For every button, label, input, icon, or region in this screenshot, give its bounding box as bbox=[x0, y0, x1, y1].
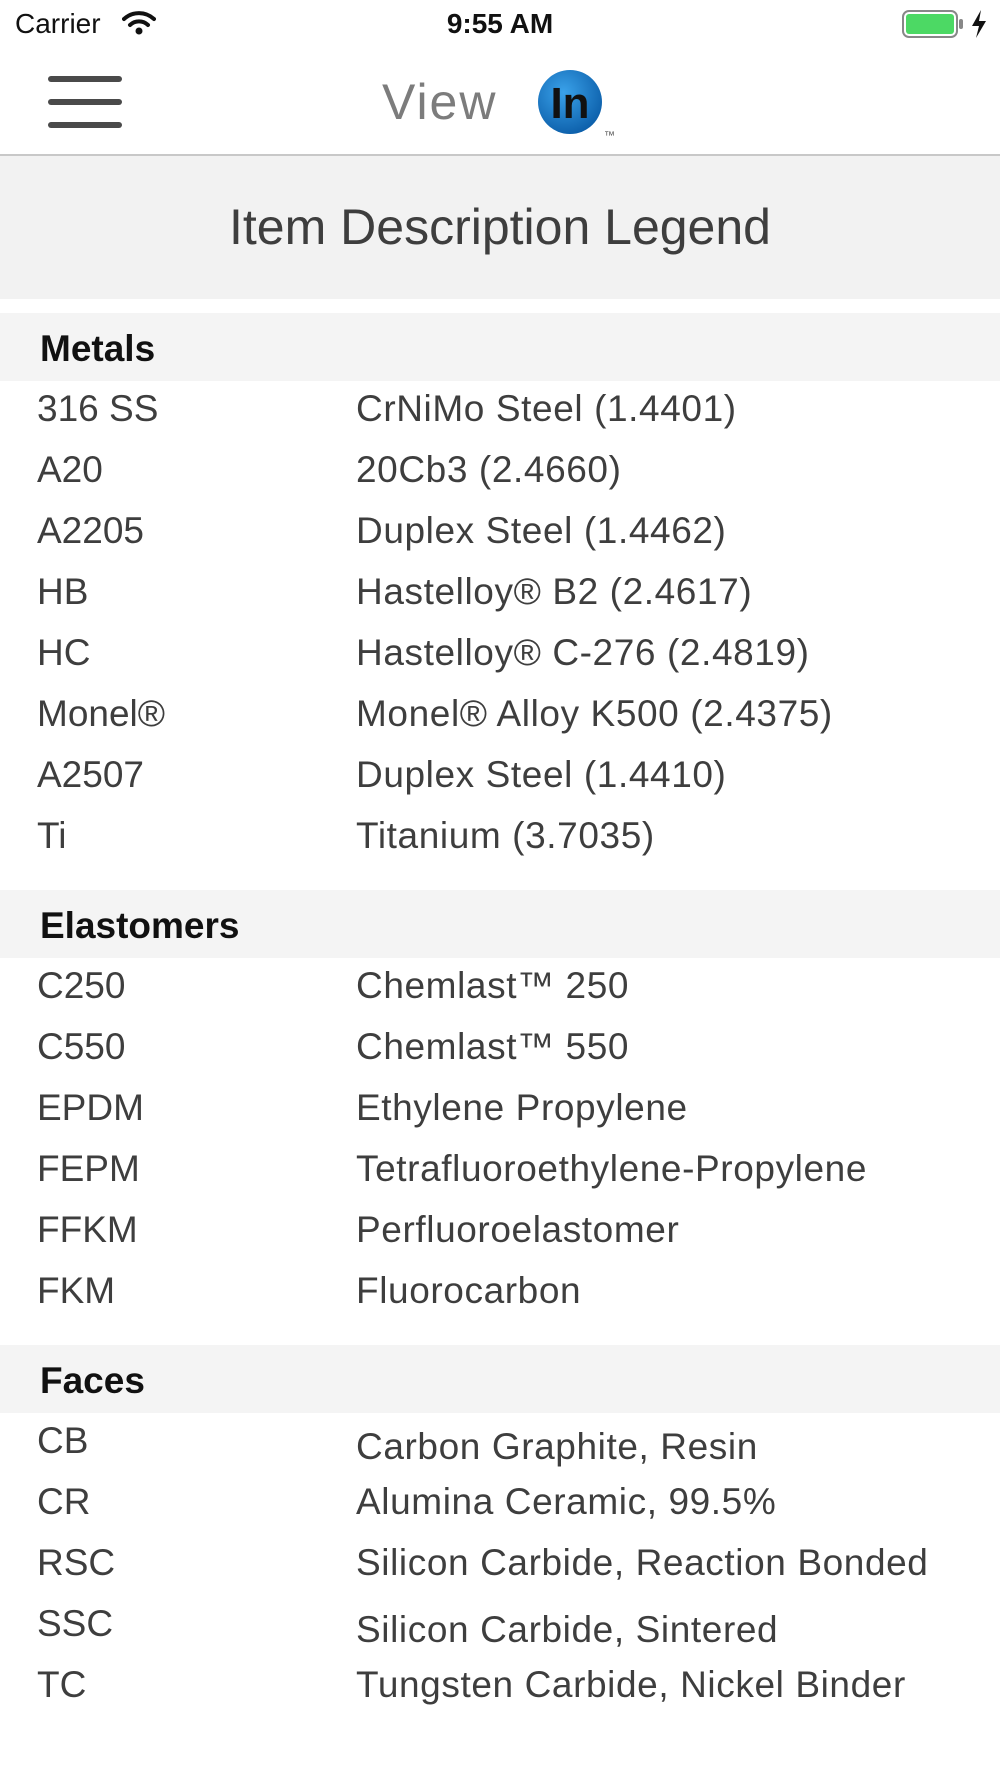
item-description: Silicon Carbide, Reaction Bonded bbox=[356, 1542, 929, 1583]
legend-list: Metals 316 SS CrNiMo Steel (1.4401) A20 20… bbox=[0, 313, 1000, 1718]
item-code: Monel® bbox=[37, 693, 166, 734]
battery-icon bbox=[902, 10, 963, 38]
item-code: CB bbox=[37, 1420, 89, 1461]
item-code: A2205 bbox=[37, 510, 144, 551]
legend-row: 316 SS CrNiMo Steel (1.4401) bbox=[0, 381, 1000, 442]
legend-row: FEPM Tetrafluoroethylene-Propylene bbox=[0, 1141, 1000, 1202]
legend-row: SSC Silicon Carbide, Sintered bbox=[0, 1596, 1000, 1657]
navigation-bar: View In ™ bbox=[0, 50, 1000, 156]
legend-row: CR Alumina Ceramic, 99.5% bbox=[0, 1474, 1000, 1535]
item-description: Tetrafluoroethylene-Propylene bbox=[356, 1148, 868, 1189]
item-description: CrNiMo Steel (1.4401) bbox=[356, 388, 737, 429]
logo-trademark: ™ bbox=[604, 130, 615, 142]
legend-row: HB Hastelloy® B2 (2.4617) bbox=[0, 564, 1000, 625]
legend-row: C250 Chemlast™ 250 bbox=[0, 958, 1000, 1019]
hamburger-menu-icon[interactable] bbox=[40, 70, 126, 136]
section-header-elastomers: Elastomers bbox=[0, 890, 1000, 958]
item-code: SSC bbox=[37, 1603, 114, 1644]
item-description: Chemlast™ 550 bbox=[356, 1026, 630, 1067]
item-description: Hastelloy® C-276 (2.4819) bbox=[356, 632, 810, 673]
item-code: FFKM bbox=[37, 1209, 138, 1250]
legend-row: EPDM Ethylene Propylene bbox=[0, 1080, 1000, 1141]
item-description: 20Cb3 (2.4660) bbox=[356, 449, 622, 490]
legend-row: FKM Fluorocarbon bbox=[0, 1263, 1000, 1324]
section-header-metals: Metals bbox=[0, 313, 1000, 381]
legend-row: A2507 Duplex Steel (1.4410) bbox=[0, 747, 1000, 808]
item-description: Tungsten Carbide, Nickel Binder bbox=[356, 1664, 906, 1705]
item-code: A20 bbox=[37, 449, 103, 490]
item-code: TC bbox=[37, 1664, 87, 1705]
item-description: Duplex Steel (1.4462) bbox=[356, 510, 727, 551]
section-title: Faces bbox=[40, 1360, 145, 1401]
viewin-logo: View In ™ bbox=[382, 70, 615, 142]
status-time: 9:55 AM bbox=[446, 8, 554, 39]
item-description: Perfluoroelastomer bbox=[356, 1209, 680, 1250]
item-description: Duplex Steel (1.4410) bbox=[356, 754, 727, 795]
section-title: Elastomers bbox=[40, 905, 240, 946]
item-code: C250 bbox=[37, 965, 126, 1006]
section-title: Metals bbox=[40, 328, 156, 369]
item-code: Ti bbox=[37, 815, 67, 856]
item-description: Alumina Ceramic, 99.5% bbox=[356, 1481, 777, 1522]
legend-row: Monel® Monel® Alloy K500 (2.4375) bbox=[0, 686, 1000, 747]
item-description: Hastelloy® B2 (2.4617) bbox=[356, 571, 753, 612]
logo-text-view: View bbox=[382, 74, 497, 130]
item-code: HB bbox=[37, 571, 89, 612]
charging-icon bbox=[972, 10, 986, 38]
item-code: CR bbox=[37, 1481, 91, 1522]
item-code: FKM bbox=[37, 1270, 116, 1311]
legend-row: A20 20Cb3 (2.4660) bbox=[0, 442, 1000, 503]
item-description: Silicon Carbide, Sintered bbox=[356, 1609, 779, 1650]
legend-row: CB Carbon Graphite, Resin bbox=[0, 1413, 1000, 1474]
legend-row: A2205 Duplex Steel (1.4462) bbox=[0, 503, 1000, 564]
item-code: RSC bbox=[37, 1542, 116, 1583]
item-code: 316 SS bbox=[37, 388, 159, 429]
legend-row: FFKM Perfluoroelastomer bbox=[0, 1202, 1000, 1263]
item-description: Ethylene Propylene bbox=[356, 1087, 688, 1128]
legend-row: TC Tungsten Carbide, Nickel Binder bbox=[0, 1657, 1000, 1718]
legend-row: HC Hastelloy® C-276 (2.4819) bbox=[0, 625, 1000, 686]
legend-row: Ti Titanium (3.7035) bbox=[0, 808, 1000, 869]
item-description: Monel® Alloy K500 (2.4375) bbox=[356, 693, 833, 734]
title-banner: Item Description Legend bbox=[0, 156, 1000, 299]
item-description: Titanium (3.7035) bbox=[356, 815, 655, 856]
item-code: HC bbox=[37, 632, 91, 673]
item-code: C550 bbox=[37, 1026, 126, 1067]
item-code: FEPM bbox=[37, 1148, 140, 1189]
legend-row: C550 Chemlast™ 550 bbox=[0, 1019, 1000, 1080]
page-title: Item Description Legend bbox=[229, 199, 771, 255]
item-description: Carbon Graphite, Resin bbox=[356, 1426, 758, 1467]
legend-row: RSC Silicon Carbide, Reaction Bonded bbox=[0, 1535, 1000, 1596]
logo-text-in: In bbox=[550, 79, 589, 128]
item-description: Chemlast™ 250 bbox=[356, 965, 630, 1006]
item-code: A2507 bbox=[37, 754, 144, 795]
section-header-faces: Faces bbox=[0, 1345, 1000, 1413]
item-code: EPDM bbox=[37, 1087, 144, 1128]
item-description: Fluorocarbon bbox=[356, 1270, 582, 1311]
status-bar: Carrier 9:55 AM bbox=[0, 0, 1000, 50]
